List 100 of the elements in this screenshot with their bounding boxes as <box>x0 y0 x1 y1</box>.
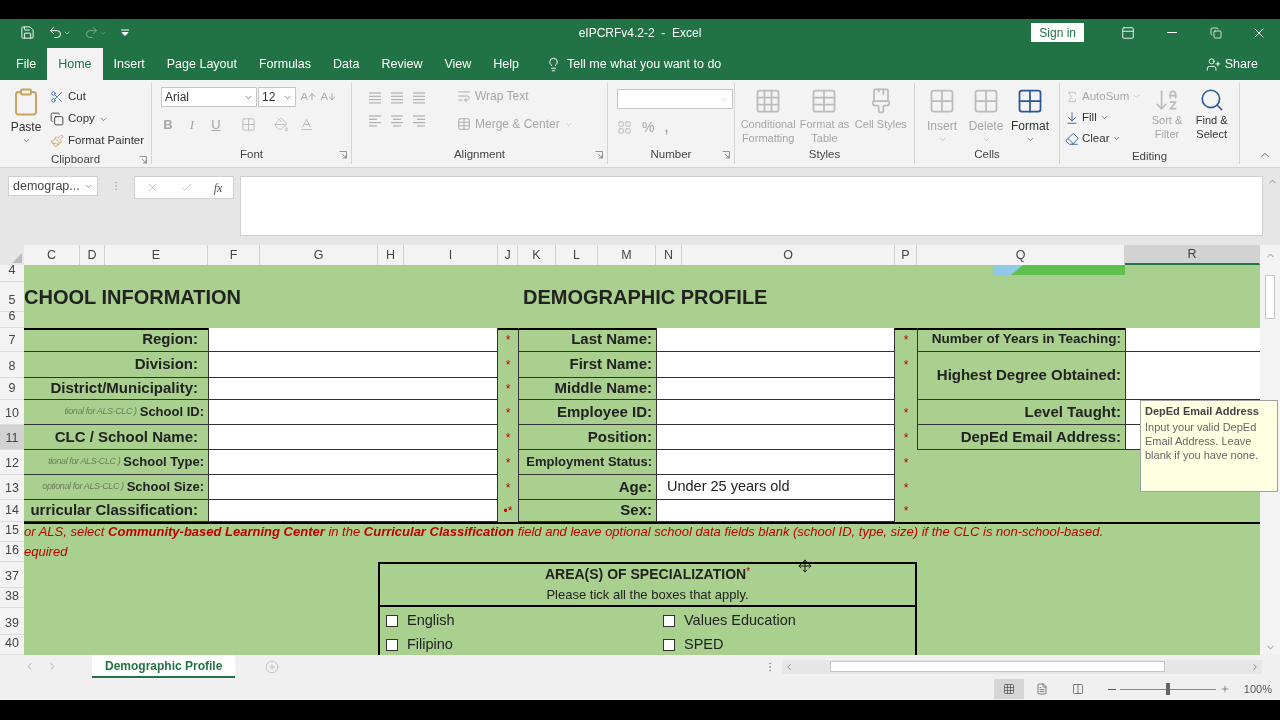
cells-button[interactable]: Format <box>1008 87 1052 146</box>
row-header[interactable]: 4 <box>0 265 24 282</box>
column-header[interactable]: I <box>404 245 498 265</box>
column-header[interactable]: M <box>598 245 656 265</box>
input-field[interactable] <box>656 328 895 352</box>
row-header[interactable]: 7 <box>0 328 24 352</box>
ribbon-tab[interactable]: View <box>433 48 483 80</box>
row-header[interactable]: 9 <box>0 378 24 400</box>
input-field[interactable] <box>208 328 498 352</box>
row-header[interactable]: 12 <box>0 450 24 475</box>
column-header[interactable]: C <box>24 245 80 265</box>
formula-input[interactable] <box>240 176 1263 236</box>
row-header[interactable]: 11 <box>0 425 24 450</box>
zoom-slider[interactable] <box>1119 683 1216 695</box>
input-field[interactable] <box>208 425 498 450</box>
checkbox-option[interactable]: Values Education <box>663 608 915 633</box>
column-header[interactable]: Q <box>917 245 1125 265</box>
normal-view-button[interactable] <box>993 679 1024 699</box>
required-mark: * <box>903 503 909 520</box>
ribbon-tab[interactable]: Help <box>482 48 531 80</box>
row-header[interactable]: 37 <box>0 562 24 588</box>
input-field[interactable] <box>208 450 498 475</box>
checkbox[interactable] <box>663 638 675 651</box>
checkbox[interactable] <box>386 614 398 627</box>
input-field[interactable] <box>208 352 498 378</box>
column-header[interactable]: P <box>895 245 917 265</box>
row-header[interactable]: 10 <box>0 400 24 425</box>
column-header[interactable]: L <box>556 245 598 265</box>
paste-button[interactable]: Paste <box>5 87 47 151</box>
row-header[interactable]: 16 <box>0 542 24 562</box>
editing-button[interactable]: Fill <box>1065 108 1145 127</box>
column-header[interactable]: E <box>105 245 208 265</box>
column-header[interactable]: R <box>1125 245 1260 265</box>
ribbon-tab[interactable]: Formulas <box>247 48 323 80</box>
column-header[interactable]: G <box>260 245 378 265</box>
cut-button[interactable]: Cut <box>50 87 145 107</box>
input-field[interactable] <box>1125 328 1260 352</box>
column-header[interactable]: O <box>682 245 895 265</box>
input-field[interactable] <box>208 400 498 425</box>
input-field[interactable]: Under 25 years old <box>656 475 895 500</box>
column-header[interactable]: F <box>208 245 260 265</box>
scissors-icon <box>50 90 64 104</box>
sign-in-button[interactable]: Sign in <box>1031 23 1084 42</box>
input-field[interactable] <box>656 352 895 378</box>
input-field[interactable] <box>656 378 895 400</box>
column-header[interactable]: N <box>656 245 682 265</box>
column-header[interactable]: D <box>80 245 105 265</box>
row-header[interactable]: 39 <box>0 608 24 635</box>
share-button[interactable]: Share <box>1205 48 1280 80</box>
checkbox-option[interactable]: English <box>386 608 663 633</box>
ribbon-tab[interactable]: Data <box>322 48 371 80</box>
row-header[interactable]: 40 <box>0 635 24 655</box>
paintbrush-icon <box>50 134 64 148</box>
column-header[interactable]: J <box>498 245 518 265</box>
checkbox-option[interactable]: Filipino <box>386 632 663 655</box>
scrollbar-thumb[interactable] <box>1265 275 1275 319</box>
ribbon-tab[interactable]: Insert <box>102 48 156 80</box>
column-header[interactable]: H <box>378 245 404 265</box>
checkbox[interactable] <box>386 638 398 651</box>
ribbon-tab[interactable]: Page Layout <box>155 48 248 80</box>
caret-icon <box>21 136 31 145</box>
row-header[interactable]: 8 <box>0 352 24 378</box>
editing-button[interactable]: Find & Select <box>1189 87 1234 148</box>
row-header[interactable]: 15 <box>0 522 24 542</box>
input-field[interactable] <box>656 450 895 475</box>
editing-button[interactable]: Clear <box>1065 129 1145 148</box>
dialog-launcher-icon[interactable] <box>339 151 347 159</box>
input-field[interactable] <box>656 500 895 522</box>
row-header[interactable]: 14 <box>0 500 24 522</box>
dialog-launcher-icon[interactable] <box>139 156 147 164</box>
sum-icon <box>1065 89 1079 104</box>
input-field[interactable] <box>208 378 498 400</box>
ribbon-tab[interactable]: Review <box>370 48 434 80</box>
checkbox[interactable] <box>663 614 675 627</box>
zoom-level[interactable]: 100% <box>1243 680 1272 698</box>
input-field[interactable] <box>656 425 895 450</box>
insert-function-button[interactable]: fx <box>213 178 223 197</box>
row-header[interactable]: 6 <box>0 312 24 328</box>
tell-me-search[interactable]: Tell me what you want to do <box>567 54 722 74</box>
row-header[interactable]: 38 <box>0 588 24 608</box>
ribbon-tab[interactable]: File <box>5 48 48 80</box>
checkbox-option[interactable]: SPED <box>663 632 915 655</box>
ribbon-tab[interactable]: Home <box>47 48 103 80</box>
input-field[interactable] <box>1125 352 1260 400</box>
name-box[interactable]: demograp... <box>8 176 98 196</box>
column-header[interactable]: K <box>518 245 556 265</box>
format-painter-button[interactable]: Format Painter <box>50 131 145 151</box>
scroll-left-icon <box>784 661 794 672</box>
horizontal-scrollbar[interactable] <box>782 659 1262 674</box>
input-field[interactable] <box>208 475 498 500</box>
required-mark: * <box>505 381 511 398</box>
dialog-launcher-icon[interactable] <box>595 151 603 159</box>
row-header[interactable]: 13 <box>0 475 24 500</box>
dialog-launcher-icon[interactable] <box>722 151 730 159</box>
number-format-field[interactable] <box>617 89 733 109</box>
input-field[interactable] <box>656 400 895 425</box>
input-field[interactable] <box>208 500 498 522</box>
sheet-tab[interactable]: Demographic Profile <box>92 655 236 678</box>
copy-button[interactable]: Copy <box>50 109 145 129</box>
row-header[interactable]: 5 <box>0 282 24 312</box>
